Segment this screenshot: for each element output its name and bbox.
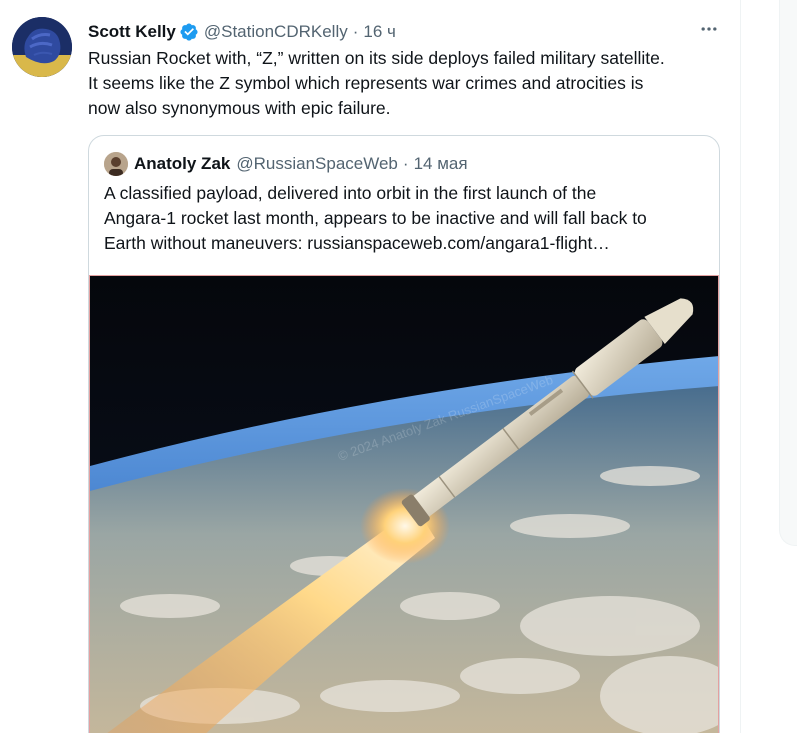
author-name[interactable]: Scott Kelly bbox=[88, 22, 176, 42]
right-sidebar-panel bbox=[779, 0, 797, 546]
rocket-launch-image: © 2024 Anatoly Zak RussianSpaceWeb bbox=[90, 276, 718, 733]
fist-flag-avatar-image bbox=[12, 17, 72, 77]
quoted-tweet-media[interactable]: © 2024 Anatoly Zak RussianSpaceWeb bbox=[89, 275, 719, 733]
page: Scott Kelly @StationCDRKelly · 16 ч Russ… bbox=[0, 0, 797, 733]
quoted-author-avatar bbox=[104, 152, 128, 176]
more-options-button[interactable] bbox=[692, 17, 726, 41]
author-avatar[interactable] bbox=[12, 17, 72, 77]
more-options-icon bbox=[701, 27, 717, 31]
quoted-avatar-image bbox=[104, 152, 128, 176]
timeline-column: Scott Kelly @StationCDRKelly · 16 ч Russ… bbox=[0, 0, 741, 733]
quoted-author-name: Anatoly Zak bbox=[134, 154, 231, 173]
quoted-tweet-text: A classified payload, delivered into orb… bbox=[104, 183, 647, 253]
tweet[interactable]: Scott Kelly @StationCDRKelly · 16 ч Russ… bbox=[0, 0, 740, 733]
quoted-tweet-header: Anatoly Zak @RussianSpaceWeb · 14 мая bbox=[104, 152, 468, 176]
verified-badge-icon bbox=[179, 22, 199, 42]
quoted-author-handle: @RussianSpaceWeb bbox=[236, 154, 398, 173]
quoted-tweet-timestamp: 14 мая bbox=[413, 154, 468, 173]
author-handle[interactable]: @StationCDRKelly bbox=[204, 22, 348, 42]
meta-separator: · bbox=[352, 22, 359, 41]
tweet-timestamp[interactable]: 16 ч bbox=[363, 22, 396, 42]
quoted-tweet-card[interactable]: Anatoly Zak @RussianSpaceWeb · 14 мая A … bbox=[88, 135, 720, 733]
tweet-text: Russian Rocket with, “Z,” written on its… bbox=[88, 48, 665, 118]
quoted-meta-separator: · bbox=[402, 154, 409, 173]
tweet-header: Scott Kelly @StationCDRKelly · 16 ч bbox=[88, 20, 396, 44]
